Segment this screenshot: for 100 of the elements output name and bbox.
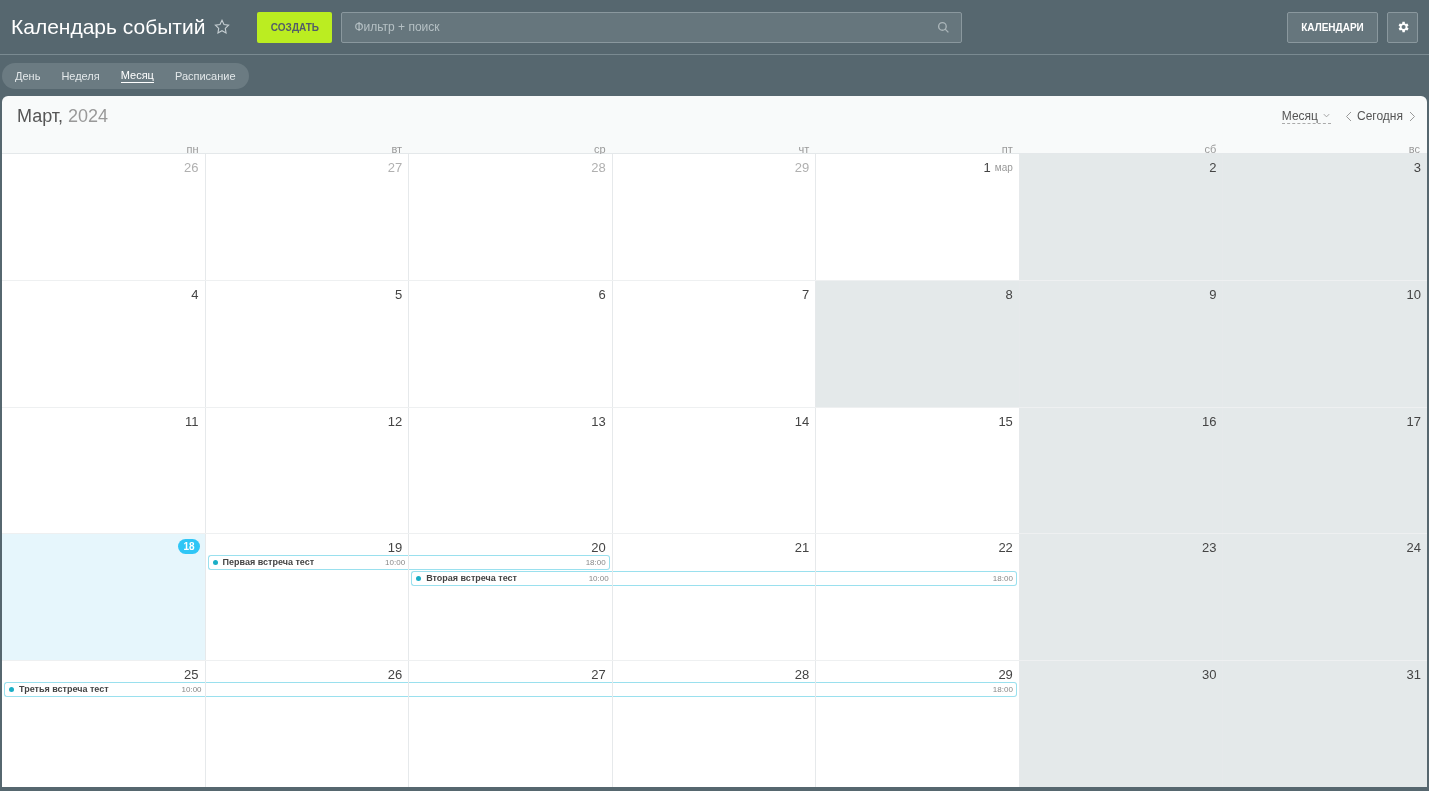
day-cell[interactable]: 26 (205, 661, 410, 787)
view-tab[interactable]: Расписание (174, 68, 236, 83)
event-bar-middle[interactable] (205, 682, 409, 698)
day-number: 16 (1201, 413, 1217, 430)
event-end-time: 18:00 (992, 683, 1013, 696)
view-tab[interactable]: День (15, 68, 41, 83)
day-cell[interactable]: 13 (409, 407, 613, 534)
day-number: 13 (591, 413, 606, 430)
day-number: 12 (387, 413, 403, 430)
day-cell[interactable]: 4 (2, 280, 206, 407)
event-end-time: 18:00 (585, 556, 606, 569)
day-number: 31 (1406, 667, 1421, 684)
search-field[interactable]: Фильтр + поиск (341, 11, 963, 43)
day-cell[interactable]: 25 Третья встреча тест 10:00 (2, 661, 206, 787)
day-cell[interactable]: 9 (1019, 280, 1224, 407)
settings-button[interactable] (1387, 11, 1418, 43)
day-number: 2 (1209, 160, 1217, 176)
next-icon[interactable] (1408, 110, 1416, 122)
day-number: 30 (1201, 667, 1217, 684)
day-cell[interactable]: 2 (1019, 154, 1224, 280)
day-number: 25 (184, 667, 199, 684)
day-cell[interactable]: 28 (612, 661, 817, 787)
day-number: 29 (998, 667, 1013, 684)
day-number: 14 (794, 413, 810, 430)
event-bar-end[interactable]: 18:00 (816, 571, 1017, 587)
day-cell[interactable]: 22 18:00 (816, 534, 1020, 661)
weekday-label: ср (594, 143, 606, 155)
weekday-label: пн (186, 143, 199, 155)
day-cell[interactable]: 15 (816, 407, 1020, 534)
event-bar-start[interactable]: Третья встреча тест 10:00 (4, 682, 205, 698)
day-cell[interactable]: 14 (612, 407, 817, 534)
day-number: 17 (1406, 413, 1421, 430)
day-number: 11 (185, 413, 199, 430)
weekday-label: сб (1204, 143, 1217, 155)
day-cell[interactable]: 8 (816, 280, 1020, 407)
day-cell[interactable]: 30 (1019, 661, 1224, 787)
chevron-down-icon (1322, 111, 1331, 120)
event-bar-middle[interactable] (612, 571, 816, 587)
day-cell[interactable]: 29 18:00 (816, 661, 1020, 787)
day-number: 28 (591, 160, 606, 176)
day-cell[interactable]: 10 (1223, 280, 1427, 407)
today-badge: 18 (178, 539, 200, 555)
day-number: 15 (998, 413, 1013, 430)
day-number: 1 (983, 160, 991, 176)
day-cell[interactable]: 20 18:00 Вторая встреча тест 10:00 (409, 534, 613, 661)
event-bar-start[interactable]: Первая встреча тест 10:00 (207, 555, 409, 571)
day-number: 23 (1201, 540, 1217, 557)
day-number: 6 (598, 286, 606, 303)
weekday-label: чт (798, 143, 810, 155)
weekday-label: вс (1408, 143, 1420, 155)
weekday-label: пт (1001, 143, 1013, 155)
day-number: 26 (387, 667, 403, 684)
day-number: 26 (184, 160, 199, 176)
day-cell[interactable]: 5 (205, 280, 410, 407)
day-cell[interactable]: 23 (1019, 534, 1224, 661)
event-bar-middle[interactable] (409, 682, 612, 698)
day-cell[interactable]: 27 (409, 661, 613, 787)
day-number: 22 (998, 540, 1013, 557)
day-cell[interactable]: 19 Первая встреча тест 10:00 (205, 534, 410, 661)
view-tab[interactable]: Неделя (61, 68, 100, 83)
event-bar-end[interactable]: 18:00 (816, 682, 1017, 698)
event-title: Третья встреча тест (19, 682, 109, 696)
day-number: 3 (1413, 160, 1421, 176)
event-bar-middle[interactable] (612, 682, 816, 698)
event-start-time: 10:00 (385, 556, 406, 569)
day-number: 9 (1209, 286, 1217, 303)
day-cell[interactable]: 16 (1019, 407, 1224, 534)
day-number: 5 (394, 286, 403, 303)
event-bar-end[interactable]: 18:00 (409, 555, 610, 571)
calendars-button[interactable]: КАЛЕНДАРИ (1287, 11, 1378, 43)
day-cell[interactable]: 3 (1223, 154, 1427, 280)
day-cell[interactable]: 17 (1223, 407, 1427, 534)
event-start-time: 10:00 (588, 572, 609, 585)
month-title: Март, (17, 104, 64, 128)
year-title: 2024 (68, 104, 109, 128)
day-cell[interactable]: 31 (1223, 661, 1427, 787)
event-title: Первая встреча тест (222, 556, 315, 570)
view-dropdown[interactable]: Месяц (1281, 108, 1331, 124)
event-bar-start[interactable]: Вторая встреча тест 10:00 (411, 571, 612, 587)
star-icon[interactable] (213, 18, 232, 36)
search-icon (937, 20, 951, 34)
day-cell[interactable]: 11 (2, 407, 206, 534)
day-cell[interactable]: 7 (612, 280, 817, 407)
today-button[interactable]: Сегодня (1357, 107, 1403, 125)
day-cell[interactable]: 12 (205, 407, 410, 534)
event-start-time: 10:00 (181, 683, 202, 696)
day-cell[interactable]: 6 (409, 280, 613, 407)
day-number: 10 (1406, 286, 1421, 303)
page-title: Календарь событий (11, 14, 206, 41)
day-number: 29 (794, 160, 810, 176)
day-cell[interactable]: 24 (1223, 534, 1427, 661)
day-number: 7 (802, 286, 810, 303)
view-tab[interactable]: Месяц (120, 68, 154, 83)
day-cell[interactable]: 1 мар (816, 154, 1020, 280)
day-number: 8 (1005, 286, 1013, 303)
day-cell[interactable]: 21 (612, 534, 817, 661)
create-button[interactable]: СОЗДАТЬ (257, 11, 333, 43)
event-title: Вторая встреча тест (426, 572, 517, 586)
previous-icon[interactable] (1345, 110, 1353, 122)
day-number: 24 (1406, 540, 1421, 557)
